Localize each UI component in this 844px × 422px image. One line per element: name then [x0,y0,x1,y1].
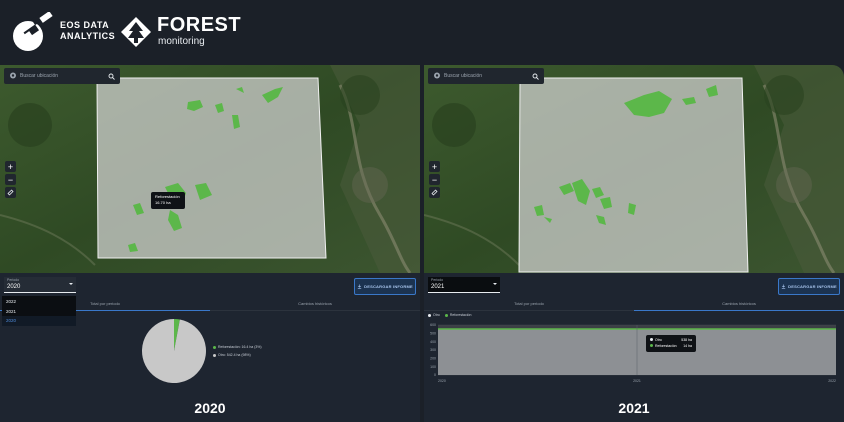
chart-tooltip-label-text: Otro [655,338,662,342]
y-tick-label: 500 [430,332,436,336]
product-title: FOREST [157,14,242,36]
download-report-label: DESCARGAR INFORME [364,284,413,289]
zoom-out-button[interactable]: − [5,174,16,185]
period-option-selected[interactable]: 2020 [2,316,76,326]
chart-tooltip: Otro 538 ha Reforestación 14 ha [646,335,696,352]
ruler-icon [431,189,438,196]
search-placeholder: Buscar ubicación [444,73,483,79]
forest-tree-logo-icon [121,17,151,47]
download-report-button[interactable]: DESCARGAR INFORME [778,278,840,295]
chevron-down-icon [493,283,497,285]
search-icon[interactable] [108,73,115,80]
location-pin-icon [434,72,440,79]
y-tick-label: 200 [430,357,436,361]
period-value: 2021 [431,284,445,290]
legend-swatch [213,353,216,357]
ruler-icon [7,189,14,196]
y-tick-label: 0 [434,373,436,377]
year-label: 2021 [618,400,650,416]
y-tick-label: 300 [430,348,436,352]
search-placeholder: Buscar ubicación [20,73,59,79]
stats-tabs: Total por periodo Cambios históricos [424,299,844,311]
tab-cambios-historicos[interactable]: Cambios históricos [634,299,844,311]
download-report-label: DESCARGAR INFORME [788,284,837,289]
download-icon [357,284,362,289]
zoom-in-button[interactable]: + [429,161,440,172]
location-search[interactable]: Buscar ubicación [4,68,120,84]
chevron-up-icon [69,283,73,285]
download-report-button[interactable]: DESCARGAR INFORME [354,278,416,295]
pie-legend: Reforestación: 16.4 ha (3%) Otro: 542.4 … [213,343,262,359]
download-icon [781,284,786,289]
map-tooltip: Reforestación 16.70 ha [151,192,185,209]
x-tick-label: 2021 [633,379,641,383]
pie-legend-label: Reforestación: 16.4 ha (3%) [218,345,262,349]
zoom-controls: + − [429,161,440,187]
eos-brand-line1: EOS DATA [60,20,110,30]
eos-brand-text: EOS DATA ANALYTICS [60,20,115,42]
panel-2020: Buscar ubicación + − Reforestación 16.70… [0,65,420,422]
period-option[interactable]: 2021 [2,307,76,317]
tab-total-por-periodo[interactable]: Total por periodo [424,299,634,311]
map-tooltip-value: 16.70 ha [155,199,171,205]
chart-tooltip-label-text: Reforestación [655,344,677,348]
eos-brand-line2: ANALYTICS [60,31,116,41]
chart-legend: Otro Reforestación [428,313,476,317]
location-search[interactable]: Buscar ubicación [428,68,544,84]
measure-button[interactable] [5,187,16,198]
period-dropdown-menu: 2022 2021 2020 [2,296,76,326]
tab-cambios-historicos[interactable]: Cambios históricos [210,299,420,311]
satellite-imagery [0,65,420,273]
pie-chart [142,319,206,383]
chart-legend-label: Reforestación [449,313,472,317]
period-value: 2020 [7,284,21,290]
period-select[interactable]: Periodo 2020 [4,277,76,293]
satellite-map-2020[interactable]: Buscar ubicación + − Reforestación 16.70… [0,65,420,273]
search-icon[interactable] [532,73,539,80]
legend-swatch [428,313,431,317]
y-tick-label: 100 [430,365,436,369]
location-pin-icon [10,72,16,79]
satellite-imagery [424,65,844,273]
pie-legend-item: Otro: 542.4 ha (98%) [213,351,262,359]
pie-legend-item: Reforestación: 16.4 ha (3%) [213,343,262,351]
zoom-controls: + − [5,161,16,187]
x-tick-label: 2020 [438,379,446,383]
measure-button[interactable] [429,187,440,198]
pie-legend-label: Otro: 542.4 ha (98%) [218,353,251,357]
period-select[interactable]: Periodo 2021 [428,277,500,293]
chart-tooltip-label: Reforestación [650,343,677,349]
chart-tooltip-value: 14 ha [683,344,692,348]
chart-tooltip-row: Reforestación 14 ha [650,343,692,349]
chart-legend-item[interactable]: Otro [428,313,440,317]
chart-legend-label: Otro [433,313,440,317]
x-tick-label: 2022 [828,379,836,383]
map-tooltip-label: Reforestación [155,194,180,199]
chart-legend-item[interactable]: Reforestación [444,313,472,317]
y-tick-label: 400 [430,340,436,344]
pie-slice[interactable] [142,319,206,383]
zoom-in-button[interactable]: + [5,161,16,172]
eos-satellite-logo-icon [13,12,53,51]
area-chart: 0 100 200 300 400 500 600 2020 2021 2022 [430,323,836,383]
legend-swatch [650,344,653,347]
legend-swatch [213,345,216,349]
panel-2021: Buscar ubicación + − Periodo 2021 DESCAR… [424,65,844,422]
year-label: 2020 [194,400,226,416]
legend-swatch [650,338,653,341]
legend-swatch [444,313,448,317]
product-subtitle: monitoring [158,36,205,47]
zoom-out-button[interactable]: − [429,174,440,185]
y-tick-label: 600 [430,323,436,327]
app-header: EOS DATA ANALYTICS FOREST monitoring [0,0,844,62]
satellite-map-2021[interactable]: Buscar ubicación + − [424,65,844,273]
period-option[interactable]: 2022 [2,297,76,307]
